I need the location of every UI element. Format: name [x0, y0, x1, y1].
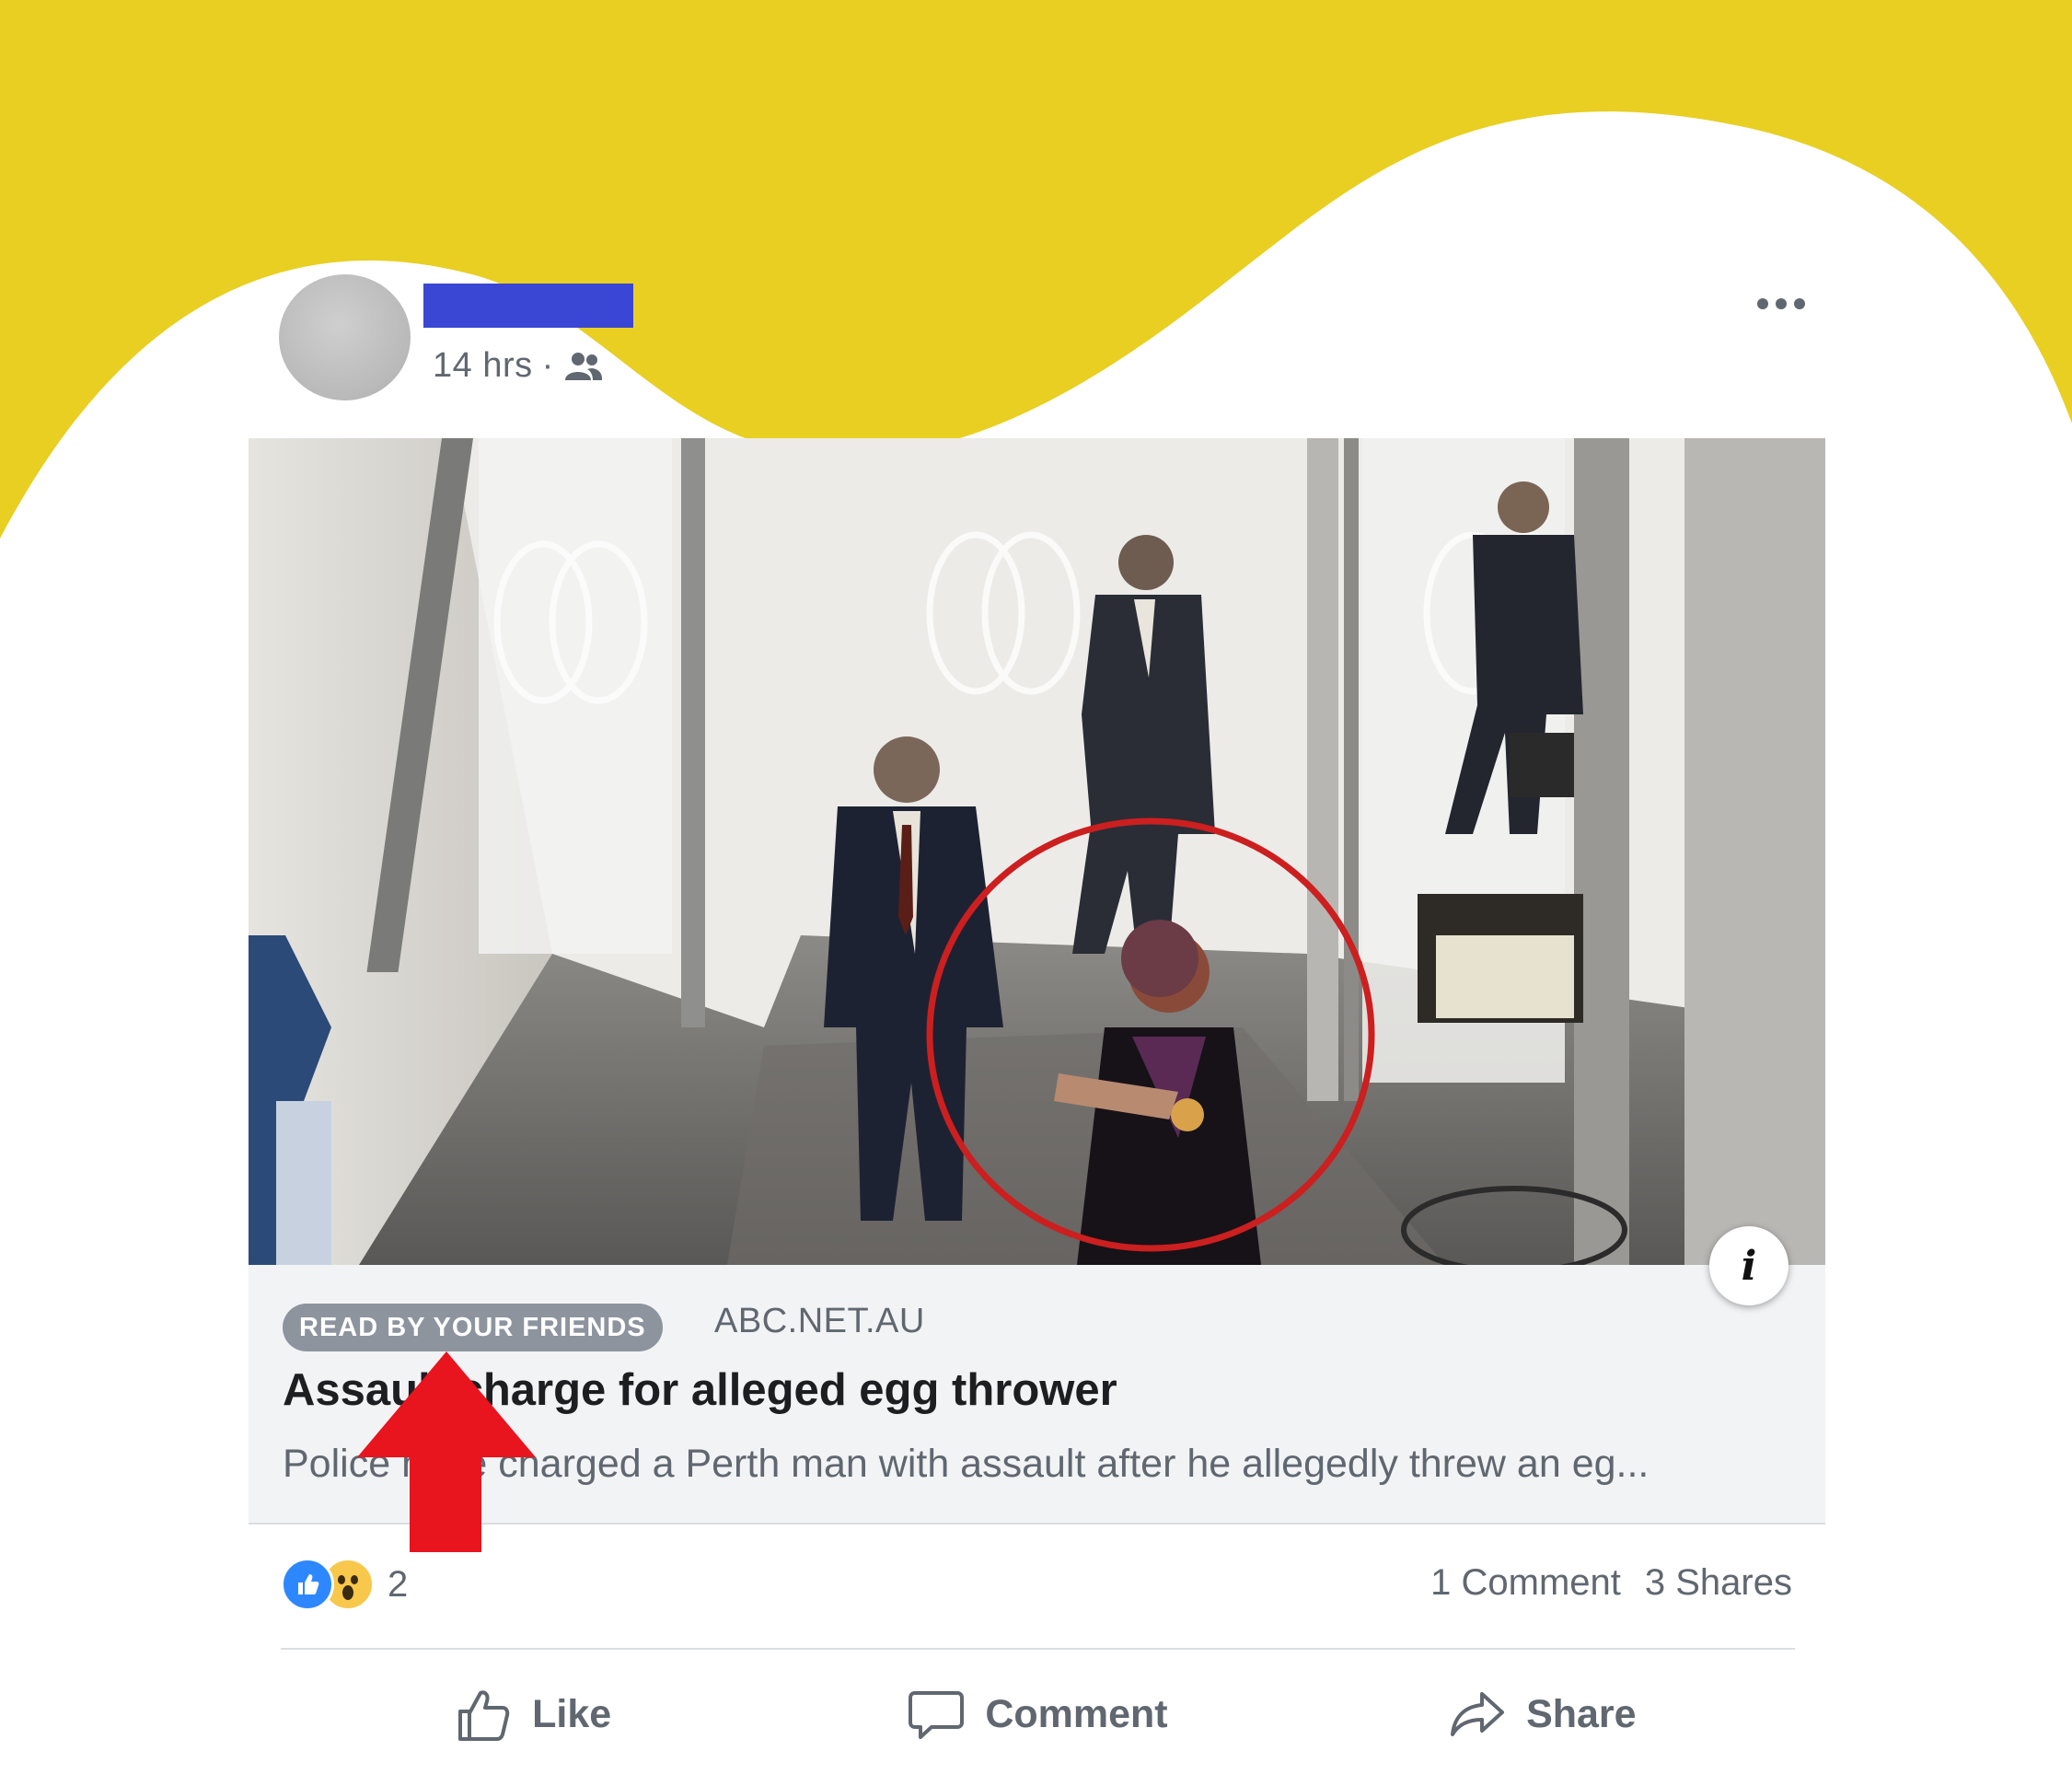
facebook-post: 14 hrs · i READ BY YOUR FRIENDS ABC.NET.… [0, 0, 2072, 1774]
post-actions: Like Comment Share [281, 1675, 1795, 1753]
share-label: Share [1526, 1691, 1637, 1736]
thumbs-up-icon [458, 1690, 510, 1741]
friends-icon[interactable] [563, 351, 604, 382]
cctv-scene-image [249, 438, 1825, 1265]
like-button[interactable]: Like [281, 1675, 785, 1753]
avatar[interactable] [279, 274, 411, 400]
read-by-friends-badge: READ BY YOUR FRIENDS [283, 1304, 663, 1351]
divider [281, 1648, 1795, 1650]
engagement-counts: 1 Comment 3 Shares [1430, 1562, 1792, 1604]
redacted-author-name [423, 284, 633, 328]
comment-count[interactable]: 1 Comment [1430, 1562, 1621, 1604]
post-meta: 14 hrs · [433, 346, 604, 386]
post-timestamp[interactable]: 14 hrs [433, 346, 533, 386]
comment-button[interactable]: Comment [785, 1675, 1290, 1753]
more-dots-icon [1757, 298, 1805, 309]
share-arrow-icon [1451, 1692, 1505, 1736]
like-reaction-icon [281, 1558, 334, 1611]
link-preview-image[interactable] [249, 438, 1825, 1265]
reaction-count: 2 [388, 1563, 409, 1605]
comment-bubble-icon [909, 1691, 965, 1739]
reaction-summary[interactable]: 2 [281, 1558, 408, 1611]
info-icon[interactable]: i [1709, 1226, 1788, 1305]
share-count[interactable]: 3 Shares [1645, 1562, 1792, 1604]
share-button[interactable]: Share [1291, 1675, 1795, 1753]
like-label: Like [532, 1691, 612, 1736]
meta-separator: · [541, 346, 554, 385]
comment-label: Comment [985, 1691, 1168, 1736]
link-domain: ABC.NET.AU [714, 1302, 925, 1340]
info-label: i [1741, 1242, 1757, 1290]
red-annotation-arrow [357, 1351, 536, 1552]
more-options-button[interactable] [1749, 287, 1813, 320]
